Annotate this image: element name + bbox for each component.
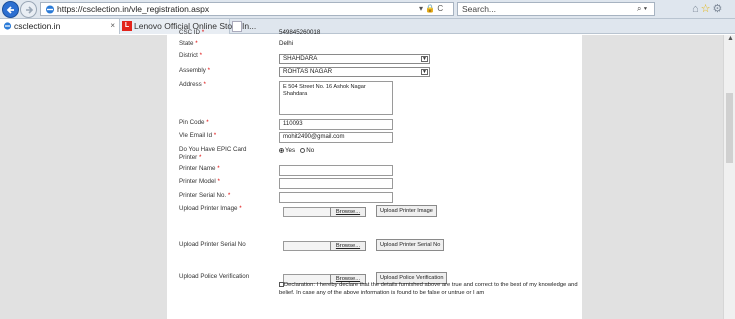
scroll-up-icon[interactable]: ▲	[727, 35, 734, 42]
vle-email-input[interactable]: mohit2490@gmail.com	[279, 132, 393, 143]
favorites-star-icon[interactable]: ☆	[701, 3, 713, 15]
epic-printer-label: Do You Have EPIC Card Printer *	[179, 146, 247, 161]
tab-bar: csclection.in × L Lenovo Official Online…	[0, 19, 735, 34]
home-icon[interactable]: ⌂	[692, 3, 701, 15]
upload-printer-serial-label: Upload Printer Serial No	[179, 241, 246, 248]
csc-id-label: CSC ID *	[179, 29, 205, 36]
address-line-2: Shahdara	[283, 90, 308, 97]
chevron-down-icon[interactable]: ▼	[421, 56, 428, 62]
lenovo-logo-icon: L	[122, 21, 132, 31]
assembly-selected: ROHTAS NAGAR	[283, 68, 333, 75]
upload-printer-serial-button[interactable]: Upload Printer Serial No	[376, 239, 445, 251]
ie-icon	[3, 22, 12, 30]
address-textarea[interactable]: E 504 Street No. 16 Ashok Nagar Shahdara	[279, 81, 393, 115]
printer-model-label: Printer Model *	[179, 178, 220, 185]
declaration: Declaration: I hereby declare that the d…	[279, 281, 579, 297]
right-margin	[582, 35, 723, 319]
tab-csclection[interactable]: csclection.in ×	[0, 19, 120, 34]
browse-printer-image-button[interactable]: Browse...	[330, 207, 366, 217]
page-content: ▲ CSC ID * 549845260018 State * Delhi Di…	[0, 29, 735, 319]
tab-label: csclection.in	[14, 21, 61, 31]
district-select[interactable]: SHAHDARA ▼	[279, 54, 430, 64]
printer-serial-label: Printer Serial No. *	[179, 192, 231, 199]
search-icon[interactable]: ⌕ ▾	[637, 4, 647, 14]
printer-name-input[interactable]	[279, 165, 393, 176]
printer-model-input[interactable]	[279, 178, 393, 189]
assembly-select[interactable]: ROHTAS NAGAR ▼	[279, 67, 430, 77]
search-placeholder: Search...	[462, 4, 497, 14]
district-selected: SHAHDARA	[283, 55, 318, 62]
radio-yes-label: Yes	[285, 147, 296, 154]
printer-serial-input[interactable]	[279, 192, 393, 203]
back-button[interactable]	[2, 1, 19, 18]
chevron-down-icon[interactable]: ▼	[421, 69, 428, 75]
state-value: Delhi	[279, 40, 294, 47]
district-label: District *	[179, 52, 203, 59]
browser-toolbar: https://csclection.in/vle_registration.a…	[0, 0, 735, 19]
radio-no-label: No	[306, 147, 315, 154]
pin-code-label: Pin Code *	[179, 119, 209, 126]
radio-no[interactable]	[300, 148, 306, 153]
assembly-label: Assembly *	[179, 67, 210, 74]
declaration-text: Declaration: I hereby declare that the d…	[279, 282, 578, 296]
browser-right-icons: ⌂☆⚙	[692, 2, 724, 15]
upload-police-label: Upload Police Verification	[179, 273, 250, 280]
forward-button[interactable]	[20, 1, 37, 18]
tab-lenovo[interactable]: L Lenovo Official Online Store In...	[120, 19, 256, 34]
printer-image-file-field[interactable]	[283, 207, 332, 217]
url-text: https://csclection.in/vle_registration.a…	[57, 4, 210, 14]
address-label: Address *	[179, 81, 206, 88]
search-input[interactable]: Search... ⌕ ▾	[457, 2, 655, 16]
upload-printer-image-label: Upload Printer Image *	[179, 205, 242, 212]
pin-code-input[interactable]: 110093	[279, 119, 393, 130]
csc-id-value: 549845260018	[279, 29, 321, 36]
close-tab-icon[interactable]: ×	[110, 19, 115, 33]
back-arrow-icon	[6, 6, 14, 14]
forward-arrow-icon	[26, 6, 34, 14]
scroll-thumb[interactable]	[726, 93, 733, 163]
printer-serial-file-field[interactable]	[283, 241, 332, 251]
left-margin	[0, 35, 167, 319]
epic-printer-radio-group: Yes No	[279, 147, 314, 154]
vle-email-label: Vle Email Id *	[179, 132, 217, 139]
address-tools[interactable]: ▾ 🔒 C	[419, 4, 443, 13]
printer-name-label: Printer Name *	[179, 165, 220, 172]
browse-printer-serial-button[interactable]: Browse...	[330, 241, 366, 251]
address-bar[interactable]: https://csclection.in/vle_registration.a…	[40, 2, 454, 16]
radio-yes[interactable]	[279, 148, 284, 153]
ie-icon	[46, 5, 54, 14]
settings-gear-icon[interactable]: ⚙	[713, 3, 725, 15]
vertical-scrollbar[interactable]: ▲	[723, 35, 735, 319]
upload-printer-image-button[interactable]: Upload Printer Image	[376, 205, 437, 217]
state-label: State *	[179, 40, 198, 47]
new-tab-button[interactable]	[232, 21, 242, 32]
